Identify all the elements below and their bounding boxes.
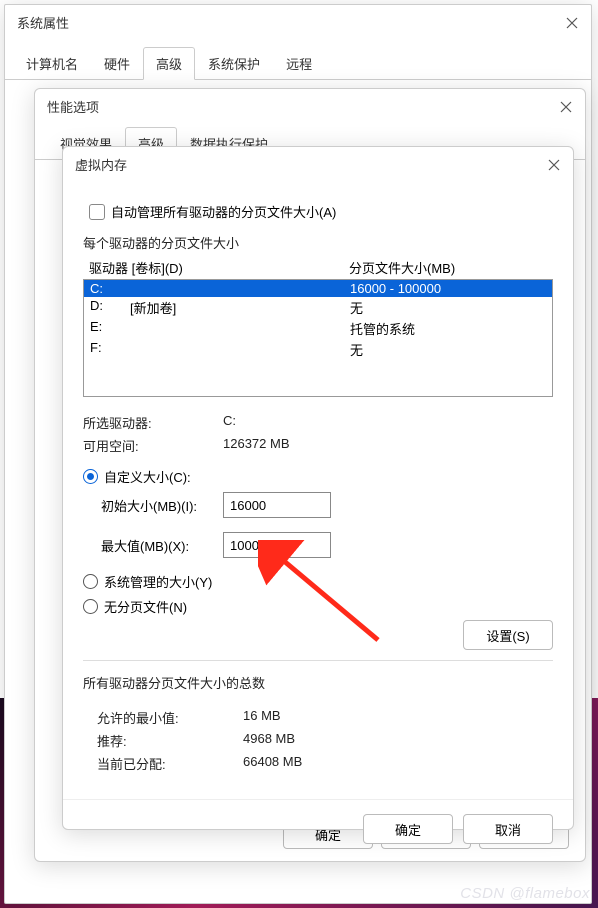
sysprops-tabs: 计算机名 硬件 高级 系统保护 远程	[5, 46, 591, 80]
titlebar: 虚拟内存	[63, 147, 573, 182]
drive-letter: C:	[90, 281, 130, 296]
radio-icon[interactable]	[83, 599, 98, 614]
drive-row[interactable]: E: 托管的系统	[84, 318, 552, 339]
initial-size-label: 初始大小(MB)(I):	[101, 496, 223, 515]
max-size-label: 最大值(MB)(X):	[101, 536, 223, 555]
radio-icon[interactable]	[83, 469, 98, 484]
drive-size: 16000 - 100000	[350, 281, 546, 296]
free-space-value: 126372 MB	[223, 436, 553, 455]
free-space-label: 可用空间:	[83, 436, 223, 455]
drive-letter: E:	[90, 319, 130, 338]
current-allocated-label: 当前已分配:	[83, 754, 243, 773]
per-drive-heading: 每个驱动器的分页文件大小	[83, 233, 553, 252]
selected-drive-value: C:	[223, 413, 553, 432]
drive-row[interactable]: D:[新加卷]无	[84, 297, 552, 318]
drive-list-headers: 驱动器 [卷标](D) 分页文件大小(MB)	[83, 258, 553, 277]
tab-hardware[interactable]: 硬件	[91, 47, 143, 80]
drive-size: 无	[350, 298, 546, 317]
system-managed-radio-row[interactable]: 系统管理的大小(Y)	[83, 572, 553, 591]
drive-label	[130, 281, 350, 296]
tab-computer-name[interactable]: 计算机名	[13, 47, 91, 80]
auto-manage-label: 自动管理所有驱动器的分页文件大小(A)	[111, 202, 336, 221]
totals-heading: 所有驱动器分页文件大小的总数	[83, 673, 553, 692]
checkbox-icon[interactable]	[89, 204, 105, 220]
no-paging-label: 无分页文件(N)	[104, 597, 187, 616]
watermark: CSDN @flamebox	[460, 885, 590, 902]
close-icon[interactable]	[547, 158, 561, 172]
virtual-memory-window: 虚拟内存 自动管理所有驱动器的分页文件大小(A) 每个驱动器的分页文件大小 驱动…	[62, 146, 574, 830]
drive-list[interactable]: C:16000 - 100000D:[新加卷]无E:托管的系统F:无	[83, 279, 553, 397]
radio-icon[interactable]	[83, 574, 98, 589]
drive-size: 托管的系统	[350, 319, 546, 338]
drive-label: [新加卷]	[130, 298, 350, 317]
system-managed-label: 系统管理的大小(Y)	[104, 572, 212, 591]
tab-system-protection[interactable]: 系统保护	[195, 47, 273, 80]
drive-size: 无	[350, 340, 546, 359]
divider	[83, 660, 553, 661]
set-button[interactable]: 设置(S)	[463, 620, 553, 650]
drive-row[interactable]: F: 无	[84, 339, 552, 360]
window-title: 系统属性	[17, 13, 69, 32]
close-icon[interactable]	[559, 100, 573, 114]
header-drive: 驱动器 [卷标](D)	[89, 258, 349, 277]
recommended-label: 推荐:	[83, 731, 243, 750]
titlebar: 性能选项	[35, 89, 585, 124]
ok-button[interactable]: 确定	[363, 814, 453, 844]
no-paging-radio-row[interactable]: 无分页文件(N)	[83, 597, 553, 616]
window-title: 虚拟内存	[75, 155, 127, 174]
tab-remote[interactable]: 远程	[273, 47, 325, 80]
min-allowed-label: 允许的最小值:	[83, 708, 243, 727]
min-allowed-value: 16 MB	[243, 708, 553, 727]
cancel-button[interactable]: 取消	[463, 814, 553, 844]
recommended-value: 4968 MB	[243, 731, 553, 750]
tab-advanced[interactable]: 高级	[143, 47, 195, 80]
auto-manage-row[interactable]: 自动管理所有驱动器的分页文件大小(A)	[89, 202, 553, 221]
current-allocated-value: 66408 MB	[243, 754, 553, 773]
drive-letter: F:	[90, 340, 130, 359]
drive-letter: D:	[90, 298, 130, 317]
drive-row[interactable]: C: 16000 - 100000	[84, 280, 552, 297]
close-icon[interactable]	[565, 16, 579, 30]
drive-label	[130, 319, 350, 338]
titlebar: 系统属性	[5, 5, 591, 40]
window-title: 性能选项	[47, 97, 99, 116]
vmem-footer: 确定 取消	[63, 799, 573, 844]
custom-size-label: 自定义大小(C):	[104, 467, 191, 486]
initial-size-input[interactable]	[223, 492, 331, 518]
selected-drive-label: 所选驱动器:	[83, 413, 223, 432]
drive-label	[130, 340, 350, 359]
max-size-input[interactable]	[223, 532, 331, 558]
custom-size-radio-row[interactable]: 自定义大小(C):	[83, 467, 553, 486]
header-size: 分页文件大小(MB)	[349, 258, 547, 277]
